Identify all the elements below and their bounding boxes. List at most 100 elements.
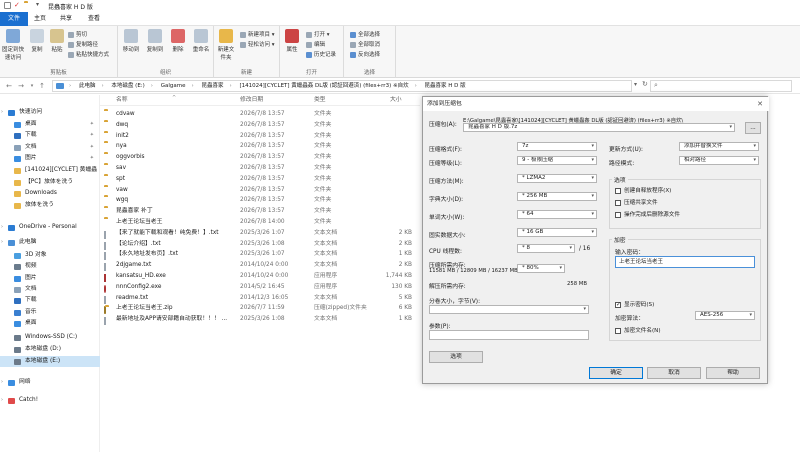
nav-item[interactable]: 桌面 ✦ <box>0 119 100 130</box>
nav-item[interactable]: 文档 <box>0 284 100 295</box>
option-checkbox[interactable]: 压缩共享文件 <box>615 198 658 206</box>
select-all-button[interactable]: 全部选择 <box>350 30 380 38</box>
nav-item[interactable]: Windows-SSD (C:) <box>0 332 100 343</box>
breadcrumb-item[interactable]: [141024][CYCLET] 黄蠟蟲姦 DL版 (認証回避済) (files… <box>239 83 408 89</box>
nav-item[interactable]: 旅体を洗う <box>0 200 100 211</box>
nav-item[interactable]: › OneDrive - Personal <box>0 222 100 233</box>
file-row[interactable]: oggvorbis 2026/7/8 13:57 文件夹 <box>100 152 420 163</box>
split-volume-select[interactable]: ▾ <box>429 305 589 314</box>
browse-button[interactable]: ... <box>745 122 761 134</box>
file-row[interactable]: nya 2026/7/8 13:57 文件夹 <box>100 141 420 152</box>
nav-item[interactable]: 文档 ✦ <box>0 142 100 153</box>
cancel-button[interactable]: 取消 <box>647 367 701 379</box>
breadcrumb-item[interactable]: 本地磁盘 (E:) <box>111 83 144 89</box>
file-row[interactable]: dwq 2026/7/8 13:57 文件夹 <box>100 120 420 131</box>
delete-button[interactable]: 删除 <box>168 29 188 53</box>
nav-item[interactable]: 本地磁盘 (E:) <box>0 356 100 367</box>
file-row[interactable]: kansatsu_HD.exe 2014/10/24 0:00 应用程序 1,744 … <box>100 271 420 282</box>
refresh-icon[interactable]: ↻ <box>642 80 648 88</box>
tab-view[interactable]: 查看 <box>80 12 108 26</box>
column-date-header[interactable]: 修改日期 <box>240 95 263 106</box>
rename-button[interactable]: 重命名 <box>190 29 212 53</box>
new-item-button[interactable]: 新建项目 ▾ <box>240 30 275 38</box>
encrypt-filenames-checkbox[interactable]: 加密文件名(N) <box>615 326 661 334</box>
history-button[interactable]: 历史记录 <box>306 50 336 58</box>
parameters-input[interactable] <box>429 330 589 340</box>
easy-access-button[interactable]: 轻松访问 ▾ <box>240 40 275 48</box>
show-password-checkbox[interactable]: 显示密码(S) <box>615 300 654 308</box>
invert-selection-button[interactable]: 反向选择 <box>350 50 380 58</box>
file-row[interactable]: 2djgame.txt 2014/10/24 0:00 文本文档 2 KB <box>100 260 420 272</box>
file-row[interactable]: 昆蟲喜家 补丁 2026/7/8 13:57 文件夹 <box>100 206 420 217</box>
options-button[interactable]: 选项 <box>429 351 483 363</box>
nav-item[interactable]: › 此电脑 <box>0 237 100 248</box>
file-row[interactable]: 上老王论坛当老王 2026/7/8 14:00 文件夹 <box>100 217 420 228</box>
file-row[interactable]: spt 2026/7/8 13:57 文件夹 <box>100 174 420 185</box>
expand-chevron-icon[interactable]: › <box>1 107 3 118</box>
file-row[interactable]: vaw 2026/7/8 13:57 文件夹 <box>100 185 420 196</box>
file-row[interactable]: nnnConfig2.exe 2014/5/2 16:45 应用程序 130 KB <box>100 282 420 293</box>
encryption-method-select[interactable]: AES-256 ▾ <box>695 311 755 320</box>
file-row[interactable]: init2 2026/7/8 13:57 文件夹 <box>100 131 420 142</box>
tab-file[interactable]: 文件 <box>0 12 29 26</box>
nav-item[interactable]: › Catch! <box>0 395 100 406</box>
up-arrow-icon[interactable]: ↑ <box>37 81 47 91</box>
expand-chevron-icon[interactable]: › <box>1 222 3 233</box>
file-row[interactable]: readme.txt 2014/12/3 16:05 文本文档 5 KB <box>100 293 420 304</box>
option-checkbox[interactable]: 创建自释放程序(X) <box>615 186 671 194</box>
tab-share[interactable]: 共享 <box>52 12 80 26</box>
ok-button[interactable]: 确定 <box>589 367 643 379</box>
copy-to-button[interactable]: 复制到 <box>144 29 166 53</box>
file-row[interactable]: sav 2026/7/8 13:57 文件夹 <box>100 163 420 174</box>
breadcrumb-item[interactable]: 昆蟲喜家 <box>201 83 223 89</box>
option-checkbox[interactable]: 操作完成后删除源文件 <box>615 210 680 218</box>
search-input[interactable]: ⌕ <box>650 80 792 92</box>
nav-item[interactable]: 下载 ✦ <box>0 130 100 141</box>
column-size-header[interactable]: 大小 <box>390 95 402 106</box>
update-mode-select[interactable]: 添加并替换文件 ▾ <box>679 142 759 151</box>
nav-item[interactable]: [141024][CYCLET] 黄蠟蟲 <box>0 165 100 176</box>
recent-locations-icon[interactable]: ▾ <box>27 81 37 91</box>
open-button[interactable]: 打开 ▾ <box>306 30 330 38</box>
nav-item[interactable]: 图片 <box>0 273 100 284</box>
file-row[interactable]: 上老王论坛当老王.zip 2026/7/7 11:59 压缩(zipped)文件夹 6… <box>100 303 420 315</box>
password-input[interactable]: 上老王论坛当老王 <box>615 256 755 268</box>
quick-access-toolbar-icon[interactable] <box>4 2 11 9</box>
nav-item[interactable]: Downloads <box>0 188 100 199</box>
chevron-down-icon[interactable]: ▾ <box>36 1 39 8</box>
compression-method-select[interactable]: * LZMA2 ▾ <box>517 174 597 183</box>
file-row[interactable]: 【来了就能下载和观看！纯免费！】.txt 2025/3/26 1:07 文本文档 2 … <box>100 228 420 239</box>
pin-quick-access-button[interactable]: 固定到快速访问 <box>2 29 24 61</box>
breadcrumb-item[interactable]: 此电脑 <box>79 83 96 89</box>
copy-button[interactable]: 复制 <box>28 29 46 53</box>
nav-item[interactable]: 下载 <box>0 295 100 306</box>
forward-arrow-icon[interactable]: → <box>16 81 26 91</box>
nav-item[interactable]: 桌面 <box>0 318 100 329</box>
check-icon[interactable]: ✓ <box>14 1 20 9</box>
paste-shortcut-button[interactable]: 粘贴快捷方式 <box>68 50 109 58</box>
nav-item[interactable]: › 快速访问 <box>0 107 100 118</box>
compression-level-select[interactable]: 9 - 极限压缩 ▾ <box>517 156 597 165</box>
address-field[interactable]: › 此电脑 › 本地磁盘 (E:) › Galgame › 昆蟲喜家 › [141024… <box>52 80 632 92</box>
file-row[interactable]: 【永久地址发布页】.txt 2025/3/26 1:07 文本文档 1 KB <box>100 249 420 261</box>
path-mode-select[interactable]: 相对路径 ▾ <box>679 156 759 165</box>
word-size-select[interactable]: * 64 ▾ <box>517 210 597 219</box>
nav-item[interactable]: › 网络 <box>0 377 100 388</box>
nav-item[interactable]: 视频 <box>0 261 100 272</box>
new-folder-button[interactable]: 新建文件夹 <box>216 29 236 61</box>
archive-name-input[interactable]: 昆蟲喜家 H D 版.7z ▾ <box>463 123 735 132</box>
cpu-threads-select[interactable]: * 8 ▾ <box>517 244 575 253</box>
cut-button[interactable]: 剪切 <box>68 30 87 38</box>
expand-chevron-icon[interactable]: › <box>1 377 3 388</box>
dictionary-size-select[interactable]: * 256 MB ▾ <box>517 192 597 201</box>
select-none-button[interactable]: 全部取消 <box>350 40 380 48</box>
archive-format-select[interactable]: 7z ▾ <box>517 142 597 151</box>
file-row[interactable]: 最新地址及APP请安部籍自动获取！！！ ... 2025/3/26 1:08 文本文… <box>100 314 420 326</box>
address-dropdown-icon[interactable]: ▾ <box>634 81 637 88</box>
solid-block-size-select[interactable]: * 16 GB ▾ <box>517 228 597 237</box>
memory-usage-select[interactable]: * 80% ▾ <box>517 264 565 273</box>
help-button[interactable]: 帮助 <box>706 367 760 379</box>
column-type-header[interactable]: 类型 <box>314 95 326 106</box>
paste-button[interactable]: 粘贴 <box>48 29 66 53</box>
file-row[interactable]: 【论坛介绍】.txt 2025/3/26 1:08 文本文档 2 KB <box>100 239 420 250</box>
